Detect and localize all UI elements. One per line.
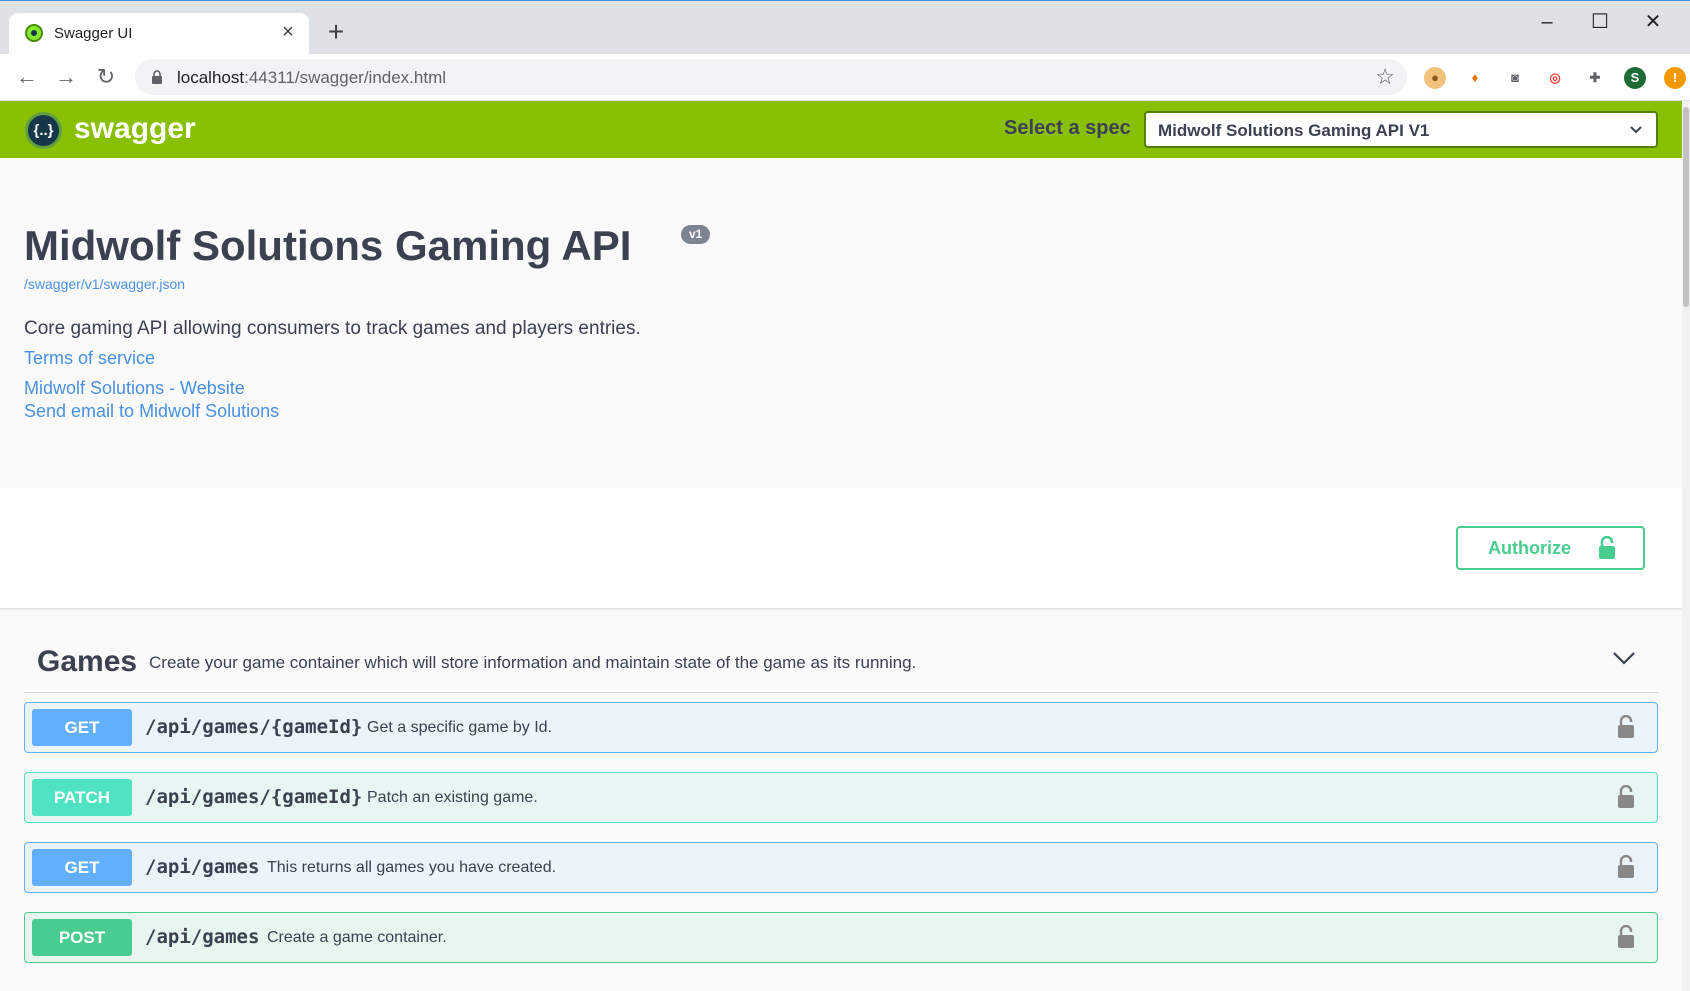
- terms-of-service-link[interactable]: Terms of service: [24, 348, 155, 369]
- tag-name: Games: [37, 645, 138, 678]
- operation-get-games[interactable]: GET /api/games This returns all games yo…: [24, 842, 1658, 893]
- browser-toolbar: ← → ↻ localhost:44311/swagger/index.html…: [0, 54, 1690, 101]
- camera-icon[interactable]: ◙: [1504, 67, 1526, 89]
- chevron-down-icon: [1630, 126, 1642, 134]
- puzzle-icon[interactable]: ✚: [1584, 67, 1606, 89]
- website-link[interactable]: Midwolf Solutions - Website: [24, 378, 245, 399]
- operation-summary: Create a game container.: [267, 929, 447, 946]
- operation-summary: This returns all games you have created.: [267, 859, 557, 876]
- forward-button[interactable]: →: [51, 62, 81, 92]
- scheme-container: Authorize: [0, 488, 1682, 608]
- email-link[interactable]: Send email to Midwolf Solutions: [24, 401, 279, 422]
- spec-select-label: Select a spec: [1004, 117, 1131, 139]
- new-tab-button[interactable]: +: [323, 18, 349, 46]
- operation-path: /api/games: [145, 926, 260, 948]
- unlocked-icon[interactable]: [1617, 785, 1635, 809]
- method-badge: PATCH: [32, 779, 132, 816]
- operation-post-game[interactable]: POST /api/games Create a game container.: [24, 912, 1658, 963]
- close-window-button[interactable]: ✕: [1633, 7, 1673, 37]
- tag-games-header[interactable]: Games Create your game container which w…: [24, 630, 1658, 693]
- url-text: localhost:44311/swagger/index.html: [177, 68, 447, 87]
- page-scrollbar[interactable]: [1682, 101, 1690, 991]
- authorize-button[interactable]: Authorize: [1456, 526, 1645, 570]
- lock-icon: [152, 70, 162, 84]
- operation-get-game-by-id[interactable]: GET /api/games/{gameId} Get a specific g…: [24, 702, 1658, 753]
- spec-select[interactable]: Midwolf Solutions Gaming API V1: [1144, 111, 1658, 148]
- method-badge: GET: [32, 709, 132, 746]
- reload-button[interactable]: ↻: [91, 62, 121, 92]
- spec-select-value: Midwolf Solutions Gaming API V1: [1158, 121, 1430, 140]
- unlocked-icon: [1599, 536, 1615, 559]
- tab-title: Swagger UI: [54, 25, 133, 42]
- spec-json-link[interactable]: /swagger/v1/swagger.json: [24, 276, 185, 292]
- api-info: Midwolf Solutions Gaming API v1 /swagger…: [0, 158, 1682, 488]
- operation-path: /api/games/{gameId}: [145, 716, 363, 738]
- swagger-favicon-icon: [25, 24, 43, 42]
- minimize-window-button[interactable]: –: [1527, 7, 1567, 37]
- method-badge: GET: [32, 849, 132, 886]
- browser-tab[interactable]: Swagger UI ×: [9, 13, 309, 55]
- operation-path: /api/games/{gameId}: [145, 786, 363, 808]
- tag-description: Create your game container which will st…: [149, 653, 917, 672]
- alert-icon[interactable]: !: [1664, 67, 1686, 89]
- method-badge: POST: [32, 919, 132, 956]
- authorize-label: Authorize: [1488, 538, 1571, 558]
- address-bar[interactable]: localhost:44311/swagger/index.html ☆: [135, 59, 1407, 95]
- back-button[interactable]: ←: [12, 62, 42, 92]
- unlocked-icon[interactable]: [1617, 925, 1635, 949]
- swagger-topbar: {..} swagger Select a spec Midwolf Solut…: [0, 101, 1682, 158]
- api-title: Midwolf Solutions Gaming API: [24, 222, 632, 269]
- swagger-logo-icon[interactable]: {..}: [25, 112, 62, 149]
- swirl-icon[interactable]: ◎: [1544, 67, 1566, 89]
- version-badge: v1: [681, 225, 711, 244]
- bookmark-star-icon[interactable]: ☆: [1375, 64, 1395, 90]
- cookie-icon[interactable]: ●: [1424, 67, 1446, 89]
- operation-patch-game[interactable]: PATCH /api/games/{gameId} Patch an exist…: [24, 772, 1658, 823]
- maximize-window-button[interactable]: ☐: [1580, 7, 1620, 37]
- rocket-icon[interactable]: ♦: [1464, 67, 1486, 89]
- api-description: Core gaming API allowing consumers to tr…: [24, 318, 641, 339]
- close-tab-icon[interactable]: ×: [277, 21, 299, 43]
- operation-summary: Get a specific game by Id.: [367, 719, 552, 736]
- swagger-brand[interactable]: swagger: [74, 112, 196, 146]
- unlocked-icon[interactable]: [1617, 715, 1635, 739]
- collapse-chevron-icon[interactable]: [1612, 650, 1636, 666]
- profile-avatar[interactable]: S: [1624, 67, 1646, 89]
- unlocked-icon[interactable]: [1617, 855, 1635, 879]
- operation-summary: Patch an existing game.: [367, 789, 538, 806]
- browser-tab-bar: Swagger UI × + – ☐ ✕: [0, 0, 1690, 55]
- scrollbar-thumb[interactable]: [1683, 107, 1689, 307]
- operation-path: /api/games: [145, 856, 260, 878]
